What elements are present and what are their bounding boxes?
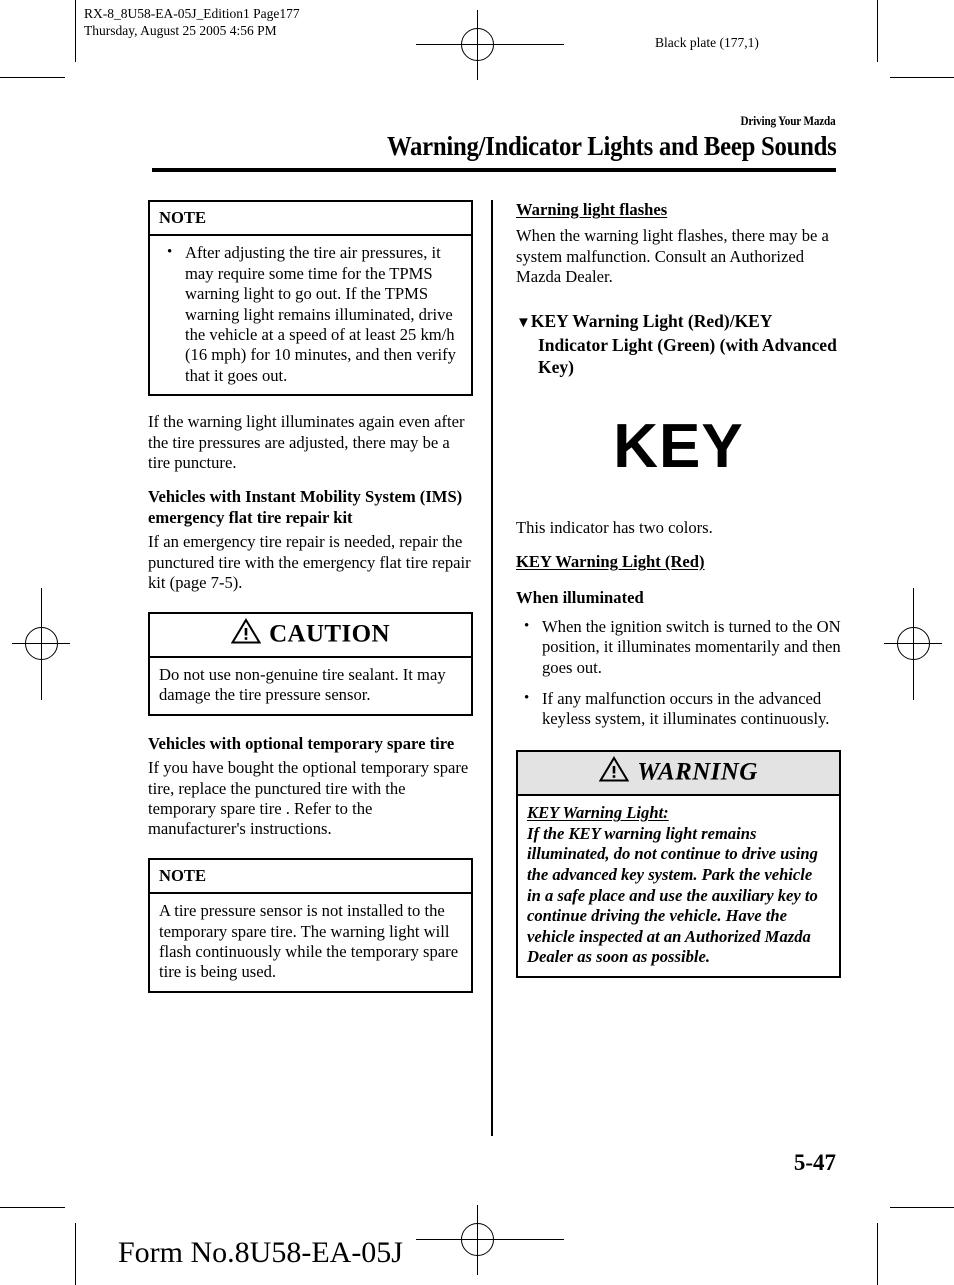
left-column: NOTE After adjusting the tire air pressu… [148,200,473,1009]
heading-warning-light-flashes: Warning light flashes [516,200,668,219]
note-box-1-list: After adjusting the tire air pressures, … [159,242,462,386]
note-box-2: NOTE A tire pressure sensor is not insta… [148,857,473,993]
warning-box: WARNING KEY Warning Light: If the KEY wa… [516,749,841,979]
heading-when-illuminated: When illuminated [516,588,644,608]
key-indicator-symbol: KEY [613,411,744,481]
warning-box-lead: KEY Warning Light: [527,803,669,823]
left-paragraph-2: If an emergency tire repair is needed, r… [148,532,471,593]
caution-box: CAUTION Do not use non-genuine tire seal… [148,611,473,716]
right-column: Warning light flashes When the warning l… [516,200,841,994]
left-paragraph-1: If the warning light illuminates again e… [148,412,465,473]
list-item: When the ignition switch is turned to th… [516,616,841,678]
heading-spare-tire: Vehicles with optional temporary spare t… [148,733,455,753]
warning-triangle-icon [599,755,630,787]
when-illuminated-list: When the ignition switch is turned to th… [516,616,841,730]
page-content: Driving Your Mazda Warning/Indicator Lig… [0,0,954,1285]
heading-key-warning-light-text: KEY Warning Light (Red)/KEY Indicator Li… [530,310,837,377]
right-paragraph-2: This indicator has two colors. [516,517,713,537]
heading-key-warning-light-red: KEY Warning Light (Red) [516,552,705,572]
note-box-1-heading: NOTE [150,202,471,237]
warning-label: WARNING [637,758,758,786]
warning-triangle-icon [230,617,262,649]
header-rule [152,168,836,172]
note-box-1: NOTE After adjusting the tire air pressu… [148,200,473,397]
caution-label: CAUTION [269,620,390,647]
list-item: If any malfunction occurs in the advance… [516,688,841,730]
note-box-1-body: After adjusting the tire air pressures, … [150,236,471,394]
list-item: After adjusting the tire air pressures, … [159,242,462,386]
heading-key-red-wrap: KEY Warning Light (Red) [516,552,841,578]
page-number: 5-47 [793,1150,836,1175]
note-box-2-body: A tire pressure sensor is not installed … [159,901,459,982]
triangle-bullet-icon: ▼ [516,314,531,331]
page-title: Warning/Indicator Lights and Beep Sounds [386,130,836,161]
column-divider [491,200,493,1136]
header-kicker: Driving Your Mazda [740,113,836,128]
left-paragraph-3: If you have bought the optional temporar… [148,758,469,839]
form-number: Form No.8U58-EA-05J [118,1236,403,1269]
heading-warning-light-flashes-wrap: Warning light flashes [516,200,841,226]
warning-box-heading: WARNING [518,751,839,797]
warning-box-body: KEY Warning Light: If the KEY warning li… [518,796,839,976]
caution-box-body: Do not use non-genuine tire sealant. It … [159,664,446,705]
note-box-2-heading: NOTE [150,860,471,895]
heading-ims: Vehicles with Instant Mobility System (I… [148,487,463,527]
heading-key-warning-light: ▼KEY Warning Light (Red)/KEY Indicator L… [516,310,841,378]
warning-box-text: If the KEY warning light remains illumin… [527,823,818,967]
right-paragraph-1: When the warning light flashes, there ma… [516,226,829,287]
caution-box-heading: CAUTION [150,614,471,658]
